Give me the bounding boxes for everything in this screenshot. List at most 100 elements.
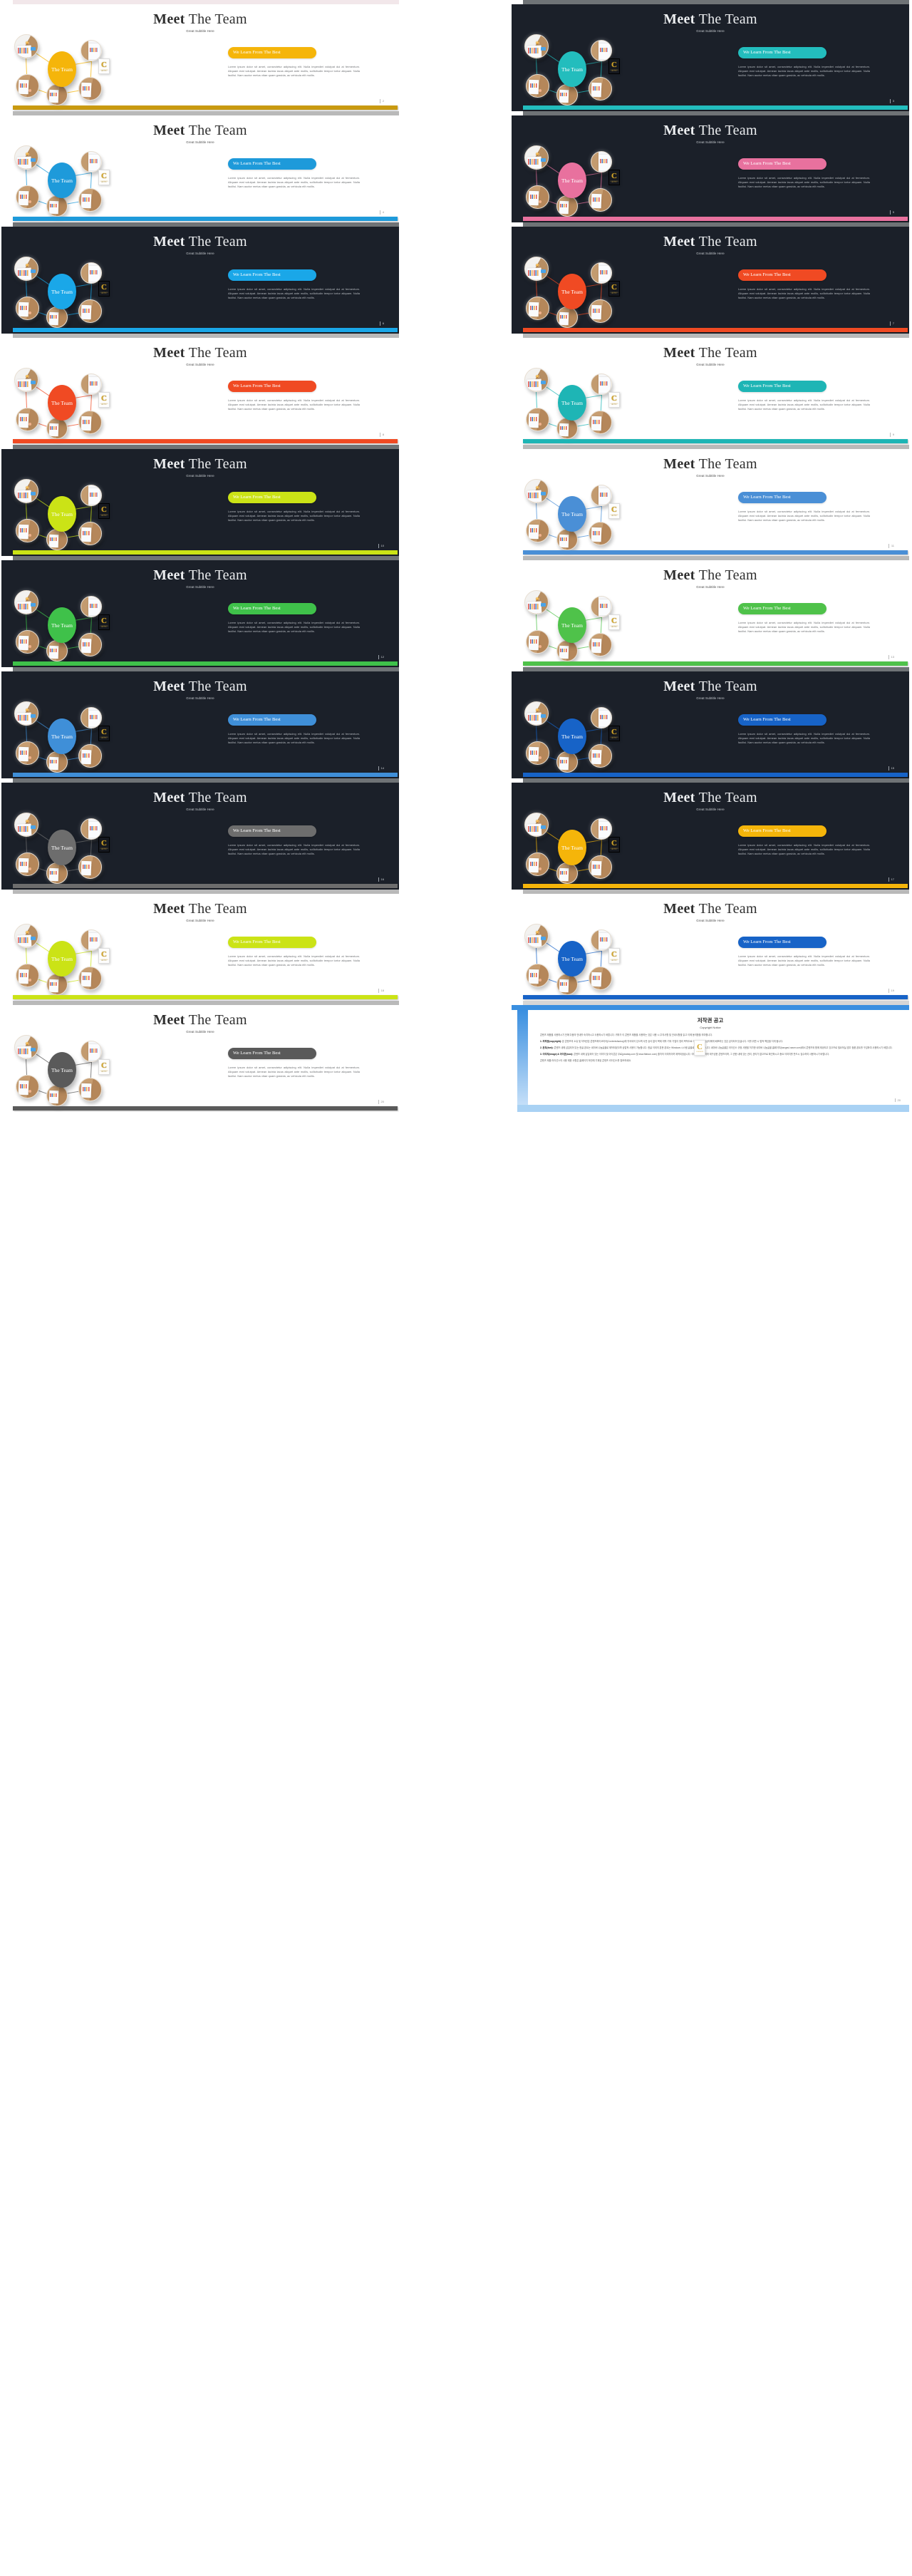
team-photo-node-4[interactable] [46, 529, 68, 550]
team-photo-node-1[interactable] [524, 590, 549, 614]
team-photo-node-4[interactable] [46, 862, 68, 884]
copyright-slide-thumbnail[interactable]: 저작권 공고 Copyright Notice 콘텐츠 제품을 사용하시기 전에… [512, 1001, 909, 1112]
team-photo-node-1[interactable] [14, 34, 38, 58]
team-photo-node-4[interactable] [46, 195, 68, 217]
team-hub-circle[interactable]: The Team [558, 496, 586, 532]
team-photo-node-5[interactable] [589, 411, 612, 434]
team-photo-node-1[interactable] [14, 701, 38, 726]
team-photo-node-5[interactable] [78, 411, 102, 434]
team-photo-node-1[interactable] [14, 145, 38, 170]
team-photo-node-4[interactable] [556, 974, 578, 995]
slide-thumbnail-16[interactable]: Meet The Team Great Subtitle Here The Te… [1, 778, 399, 890]
team-photo-node-4[interactable] [556, 418, 578, 439]
slide-thumbnail-8[interactable]: Meet The Team Great Subtitle Here The Te… [1, 334, 399, 445]
team-hub-circle[interactable]: The Team [48, 1052, 76, 1088]
slide-thumbnail-4[interactable]: Meet The Team Great Subtitle Here The Te… [1, 111, 399, 222]
team-photo-node-5[interactable] [78, 522, 102, 545]
team-hub-circle[interactable]: The Team [558, 274, 586, 309]
team-hub-circle[interactable]: The Team [48, 941, 76, 977]
team-photo-node-3[interactable] [16, 74, 39, 98]
team-photo-node-5[interactable] [589, 855, 612, 879]
team-photo-node-3[interactable] [16, 964, 39, 987]
team-photo-node-5[interactable] [78, 188, 102, 212]
team-hub-circle[interactable]: The Team [48, 830, 76, 865]
team-photo-node-5[interactable] [78, 1078, 102, 1101]
team-photo-node-1[interactable] [524, 701, 549, 726]
team-photo-node-3[interactable] [526, 74, 549, 98]
team-photo-node-3[interactable] [526, 630, 549, 654]
slide-thumbnail-20[interactable]: Meet The Team Great Subtitle Here The Te… [1, 1001, 399, 1112]
slide-thumbnail-7[interactable]: Meet The Team Great Subtitle Here The Te… [512, 222, 909, 334]
team-photo-node-4[interactable] [556, 195, 578, 217]
team-photo-node-5[interactable] [78, 967, 102, 990]
team-photo-node-3[interactable] [526, 964, 549, 987]
slide-thumbnail-15[interactable]: Meet The Team Great Subtitle Here The Te… [512, 667, 909, 778]
team-hub-circle[interactable]: The Team [48, 163, 76, 198]
team-photo-node-1[interactable] [524, 813, 549, 837]
team-hub-circle[interactable]: The Team [48, 385, 76, 421]
team-photo-node-3[interactable] [16, 519, 39, 542]
team-photo-node-1[interactable] [14, 257, 38, 281]
slide-thumbnail-12[interactable]: Meet The Team Great Subtitle Here The Te… [1, 556, 399, 667]
team-photo-node-1[interactable] [524, 368, 549, 392]
team-photo-node-3[interactable] [16, 630, 39, 654]
team-photo-node-3[interactable] [526, 852, 549, 876]
team-photo-node-4[interactable] [46, 640, 68, 661]
team-photo-node-4[interactable] [46, 306, 68, 328]
team-photo-node-1[interactable] [524, 924, 549, 948]
team-photo-node-1[interactable] [524, 145, 549, 170]
team-photo-node-1[interactable] [14, 368, 38, 392]
slide-thumbnail-6[interactable]: Meet The Team Great Subtitle Here The Te… [1, 222, 399, 334]
team-photo-node-5[interactable] [589, 744, 612, 768]
team-photo-node-4[interactable] [46, 84, 68, 105]
team-photo-node-5[interactable] [78, 77, 102, 101]
team-photo-node-1[interactable] [524, 257, 549, 281]
team-photo-node-3[interactable] [526, 519, 549, 542]
slide-thumbnail-17[interactable]: Meet The Team Great Subtitle Here The Te… [512, 778, 909, 890]
team-photo-node-3[interactable] [526, 408, 549, 431]
team-photo-node-4[interactable] [556, 84, 578, 105]
team-photo-node-5[interactable] [589, 77, 612, 101]
slide-thumbnail-11[interactable]: Meet The Team Great Subtitle Here The Te… [512, 445, 909, 556]
team-photo-node-4[interactable] [46, 418, 68, 439]
slide-thumbnail-19[interactable]: Meet The Team Great Subtitle Here The Te… [512, 890, 909, 1001]
team-hub-circle[interactable]: The Team [558, 607, 586, 643]
team-hub-circle[interactable]: The Team [48, 496, 76, 532]
team-hub-circle[interactable]: The Team [558, 385, 586, 421]
team-photo-node-3[interactable] [526, 741, 549, 765]
team-photo-node-1[interactable] [14, 1035, 38, 1059]
team-photo-node-4[interactable] [556, 862, 578, 884]
team-hub-circle[interactable]: The Team [48, 274, 76, 309]
team-hub-circle[interactable]: The Team [558, 51, 586, 87]
team-photo-node-5[interactable] [78, 744, 102, 768]
team-photo-node-3[interactable] [16, 741, 39, 765]
team-photo-node-1[interactable] [14, 479, 38, 503]
slide-thumbnail-14[interactable]: Meet The Team Great Subtitle Here The Te… [1, 667, 399, 778]
team-photo-node-4[interactable] [556, 306, 578, 328]
slide-thumbnail-3[interactable]: Meet The Team Great Subtitle Here The Te… [512, 0, 909, 111]
team-photo-node-3[interactable] [16, 297, 39, 320]
slide-thumbnail-9[interactable]: Meet The Team Great Subtitle Here The Te… [512, 334, 909, 445]
team-photo-node-5[interactable] [78, 299, 102, 323]
team-photo-node-4[interactable] [46, 751, 68, 773]
team-hub-circle[interactable]: The Team [558, 718, 586, 754]
team-photo-node-4[interactable] [556, 751, 578, 773]
team-photo-node-3[interactable] [16, 1075, 39, 1098]
slide-thumbnail-10[interactable]: Meet The Team Great Subtitle Here The Te… [1, 445, 399, 556]
team-hub-circle[interactable]: The Team [558, 941, 586, 977]
slide-thumbnail-5[interactable]: Meet The Team Great Subtitle Here The Te… [512, 111, 909, 222]
team-photo-node-5[interactable] [589, 633, 612, 656]
team-photo-node-4[interactable] [46, 974, 68, 995]
team-photo-node-5[interactable] [589, 299, 612, 323]
team-photo-node-5[interactable] [78, 633, 102, 656]
team-photo-node-1[interactable] [14, 813, 38, 837]
team-photo-node-3[interactable] [526, 185, 549, 209]
team-hub-circle[interactable]: The Team [558, 163, 586, 198]
team-hub-circle[interactable]: The Team [48, 607, 76, 643]
team-photo-node-5[interactable] [78, 855, 102, 879]
team-photo-node-3[interactable] [16, 852, 39, 876]
team-hub-circle[interactable]: The Team [48, 718, 76, 754]
slide-thumbnail-13[interactable]: Meet The Team Great Subtitle Here The Te… [512, 556, 909, 667]
team-photo-node-5[interactable] [589, 522, 612, 545]
team-photo-node-3[interactable] [16, 185, 39, 209]
